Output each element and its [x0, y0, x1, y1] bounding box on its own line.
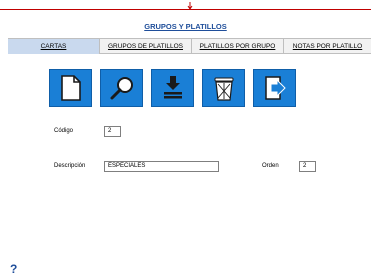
- search-button[interactable]: [100, 69, 143, 107]
- save-icon: [163, 76, 182, 99]
- codigo-field[interactable]: 2: [104, 126, 121, 137]
- descripcion-label: Descripción: [54, 163, 86, 169]
- form-title: GRUPOS Y PLATILLOS: [144, 22, 227, 31]
- help-button[interactable]: ?: [10, 262, 17, 276]
- new-document-icon: [60, 75, 81, 101]
- tab-label: GRUPOS DE PLATILLOS: [107, 43, 183, 50]
- tab-platillos-por-grupo[interactable]: PLATILLOS POR GRUPO: [192, 39, 284, 54]
- tab-label: CARTAS: [40, 43, 67, 50]
- tab-grupos-de-platillos[interactable]: GRUPOS DE PLATILLOS: [100, 39, 192, 54]
- delete-button[interactable]: [202, 69, 245, 107]
- red-marker-icon: [187, 2, 193, 10]
- exit-icon: [264, 76, 286, 100]
- tab-label: NOTAS POR PLATILLO: [292, 43, 363, 50]
- descripcion-field[interactable]: ESPECIALES: [104, 161, 219, 172]
- tab-notas-por-platillo[interactable]: NOTAS POR PLATILLO: [284, 39, 371, 54]
- exit-button[interactable]: [253, 69, 296, 107]
- tab-label: PLATILLOS POR GRUPO: [199, 43, 276, 50]
- orden-label: Orden: [262, 163, 279, 169]
- delete-icon: [214, 77, 233, 101]
- tab-bar: CARTAS GRUPOS DE PLATILLOS PLATILLOS POR…: [8, 38, 371, 54]
- new-button[interactable]: [49, 69, 92, 107]
- search-icon: [110, 77, 133, 100]
- orden-field[interactable]: 2: [299, 161, 316, 172]
- codigo-label: Código: [54, 128, 74, 134]
- save-button[interactable]: [151, 69, 194, 107]
- tab-cartas[interactable]: CARTAS: [8, 39, 100, 54]
- toolbar: [49, 69, 296, 107]
